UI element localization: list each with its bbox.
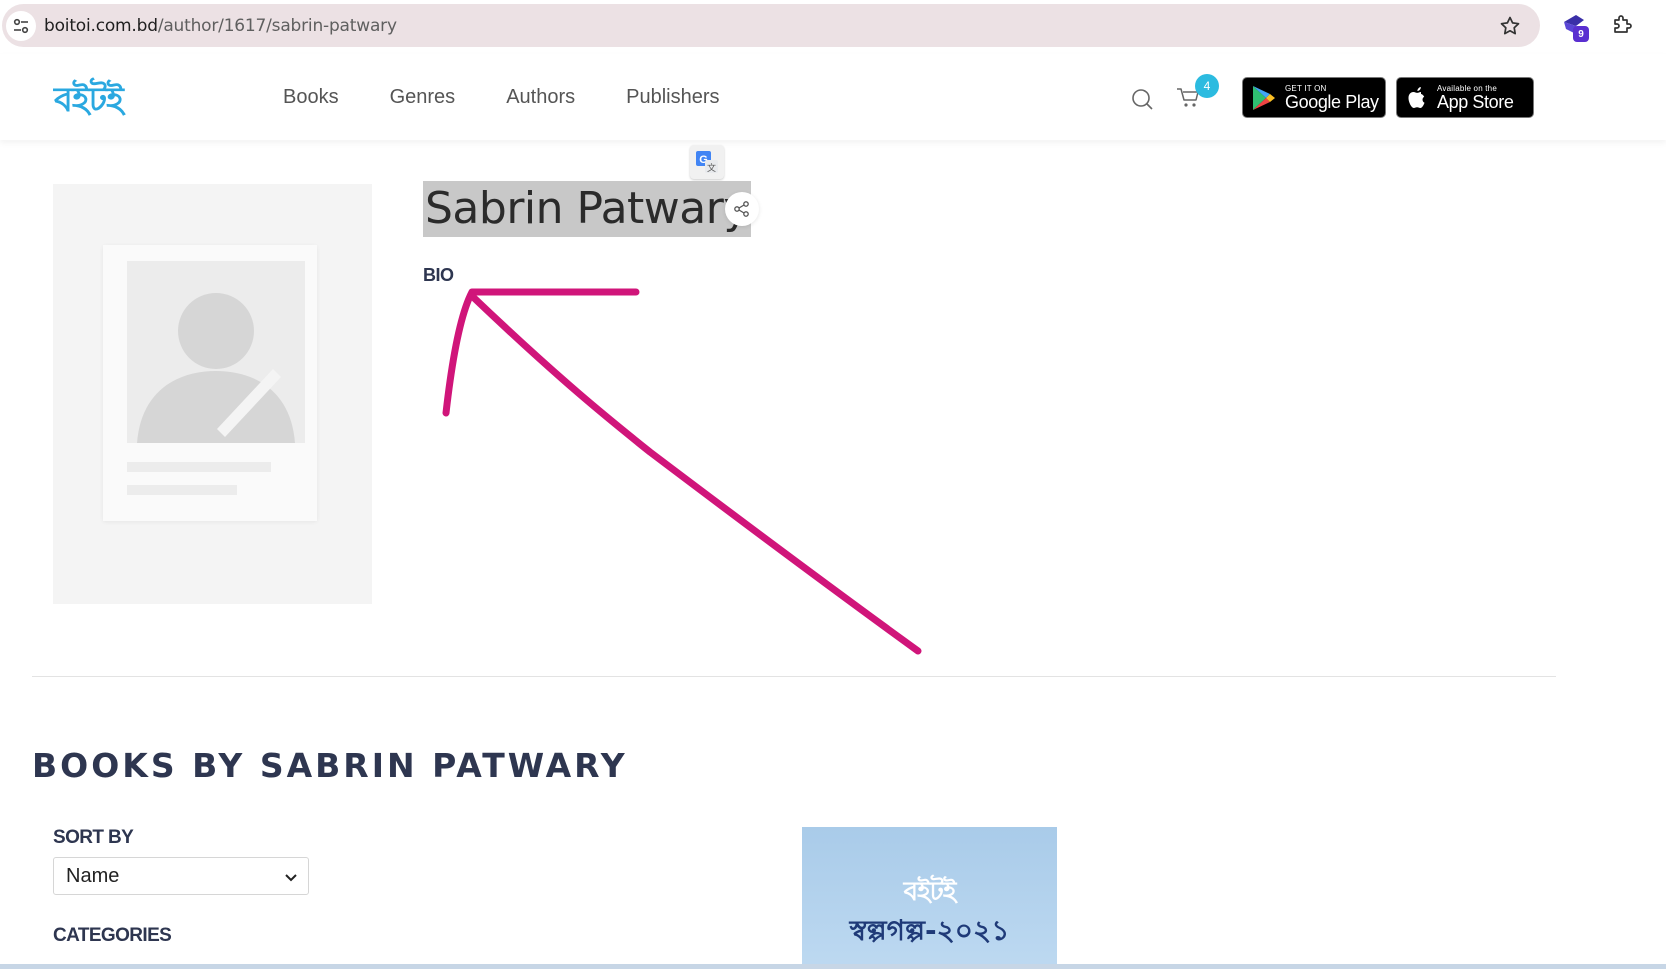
categories-label: CATEGORIES bbox=[53, 925, 172, 946]
nav-genres[interactable]: Genres bbox=[390, 86, 456, 109]
svg-text:文: 文 bbox=[707, 162, 716, 174]
book-cover[interactable]: বইটই স্বল্পগল্প-২০২১ bbox=[802, 827, 1057, 969]
url-host: boitoi.com.bd bbox=[44, 16, 158, 36]
avatar-placeholder bbox=[127, 261, 305, 443]
chevron-down-icon bbox=[285, 874, 297, 882]
books-section-heading: BOOKS BY SABRIN PATWARY bbox=[32, 746, 628, 785]
google-play-big: Google Play bbox=[1285, 91, 1379, 112]
sort-by-label: SORT BY bbox=[53, 827, 134, 848]
app-store-button[interactable]: Available on the App Store bbox=[1396, 77, 1534, 118]
site-logo[interactable]: বইটই bbox=[54, 74, 124, 131]
nav-authors[interactable]: Authors bbox=[506, 86, 575, 109]
placeholder-line bbox=[127, 462, 271, 472]
google-play-button[interactable]: GET IT ON Google Play bbox=[1242, 77, 1386, 118]
extension-badge: 9 bbox=[1573, 26, 1589, 42]
url-path: /author/1617/sabrin-patwary bbox=[157, 16, 397, 36]
extensions-puzzle-icon[interactable] bbox=[1611, 12, 1635, 36]
nav-books[interactable]: Books bbox=[283, 86, 339, 109]
bookmark-star-icon[interactable] bbox=[1498, 14, 1522, 38]
cart-count-badge: 4 bbox=[1195, 74, 1219, 98]
section-divider bbox=[32, 676, 1556, 677]
site-header: বইটই Books Genres Authors Publishers 4 G… bbox=[0, 54, 1666, 140]
sort-select[interactable]: Name bbox=[53, 857, 309, 895]
app-store-big: App Store bbox=[1437, 91, 1514, 112]
apple-icon bbox=[1408, 86, 1425, 108]
site-info-icon[interactable] bbox=[6, 11, 36, 41]
bio-label: BIO bbox=[423, 265, 454, 285]
photo-placeholder-card bbox=[103, 245, 317, 521]
author-photo bbox=[53, 184, 372, 604]
google-play-icon bbox=[1253, 85, 1275, 110]
nav-publishers[interactable]: Publishers bbox=[626, 86, 719, 109]
browser-toolbar: boitoi.com.bd/author/1617/sabrin-patwary… bbox=[0, 0, 1666, 52]
google-translate-icon[interactable]: G 文 bbox=[690, 145, 724, 179]
search-icon[interactable] bbox=[1130, 87, 1154, 111]
main-nav: Books Genres Authors Publishers bbox=[283, 86, 771, 109]
author-name: Sabrin Patwary bbox=[423, 181, 751, 237]
sort-selected-value: Name bbox=[66, 864, 120, 887]
url-text[interactable]: boitoi.com.bd/author/1617/sabrin-patwary bbox=[44, 16, 397, 36]
address-bar[interactable]: boitoi.com.bd/author/1617/sabrin-patwary bbox=[2, 4, 1540, 47]
cover-title: স্বল্পগল্প-২০২১ bbox=[849, 914, 1010, 947]
share-icon[interactable] bbox=[725, 192, 759, 226]
bottom-strip bbox=[0, 964, 1666, 969]
placeholder-line bbox=[127, 485, 237, 495]
